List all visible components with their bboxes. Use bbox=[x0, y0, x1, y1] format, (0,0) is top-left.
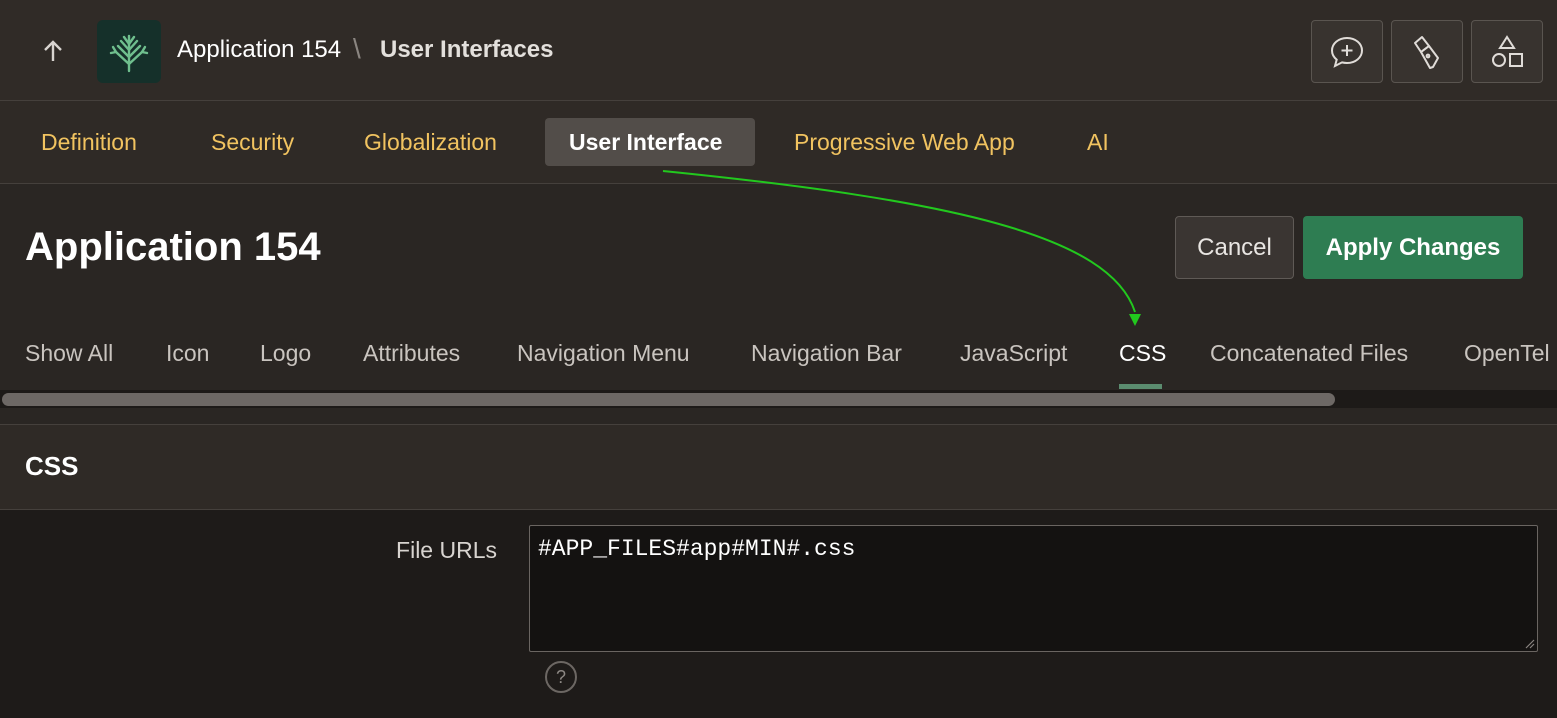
help-icon[interactable]: ? bbox=[545, 661, 577, 693]
breadcrumb-application[interactable]: Application 154 bbox=[177, 36, 341, 64]
add-comment-icon bbox=[1330, 36, 1364, 68]
cancel-button[interactable]: Cancel bbox=[1175, 216, 1294, 279]
subtab-opentel[interactable]: OpenTel bbox=[1464, 340, 1550, 367]
subtab-navigation-menu[interactable]: Navigation Menu bbox=[517, 340, 690, 367]
arrow-up-icon[interactable] bbox=[38, 36, 68, 66]
subtab-icon[interactable]: Icon bbox=[166, 340, 209, 367]
help-glyph: ? bbox=[555, 666, 566, 687]
subtab-attributes[interactable]: Attributes bbox=[363, 340, 460, 367]
resize-handle-icon[interactable] bbox=[1523, 637, 1535, 649]
breadcrumb-current-page: User Interfaces bbox=[380, 36, 554, 63]
file-urls-textarea[interactable] bbox=[529, 525, 1538, 652]
file-urls-label: File URLs bbox=[396, 537, 497, 563]
subtab-logo[interactable]: Logo bbox=[260, 340, 311, 367]
tab-user-interface[interactable]: User Interface bbox=[545, 118, 755, 166]
tab-progressive-web-app[interactable]: Progressive Web App bbox=[794, 118, 1015, 166]
top-bar: Application 154 \ User Interfaces bbox=[0, 0, 1557, 101]
shapes-icon bbox=[1492, 34, 1523, 67]
region-title: CSS bbox=[25, 451, 79, 481]
tab-globalization[interactable]: Globalization bbox=[364, 118, 497, 166]
apply-changes-button[interactable]: Apply Changes bbox=[1303, 216, 1523, 279]
tab-security[interactable]: Security bbox=[211, 118, 294, 166]
subtab-concatenated-files[interactable]: Concatenated Files bbox=[1210, 340, 1408, 367]
region-header: CSS bbox=[0, 425, 1557, 510]
main-nav: Definition Security Globalization User I… bbox=[0, 101, 1557, 184]
tree-logo-icon[interactable] bbox=[97, 20, 161, 83]
tabs-scrollbar[interactable] bbox=[2, 393, 1335, 406]
subtab-navigation-bar[interactable]: Navigation Bar bbox=[751, 340, 902, 367]
active-subtab-indicator bbox=[1119, 384, 1162, 389]
subtab-css[interactable]: CSS bbox=[1119, 340, 1166, 367]
shapes-button[interactable] bbox=[1471, 20, 1543, 83]
flashlight-icon bbox=[1414, 35, 1439, 69]
subtab-javascript[interactable]: JavaScript bbox=[960, 340, 1067, 367]
page-title: Application 154 bbox=[25, 225, 321, 269]
tab-ai[interactable]: AI bbox=[1087, 118, 1109, 166]
add-comment-button[interactable] bbox=[1311, 20, 1383, 83]
tab-definition[interactable]: Definition bbox=[41, 118, 137, 166]
section-tabs: Show All Icon Logo Attributes Navigation… bbox=[0, 320, 1557, 390]
flashlight-button[interactable] bbox=[1391, 20, 1463, 83]
breadcrumb-separator: \ bbox=[353, 33, 361, 64]
subtab-show-all[interactable]: Show All bbox=[25, 340, 113, 367]
css-region: CSS File URLs ? bbox=[0, 424, 1557, 718]
